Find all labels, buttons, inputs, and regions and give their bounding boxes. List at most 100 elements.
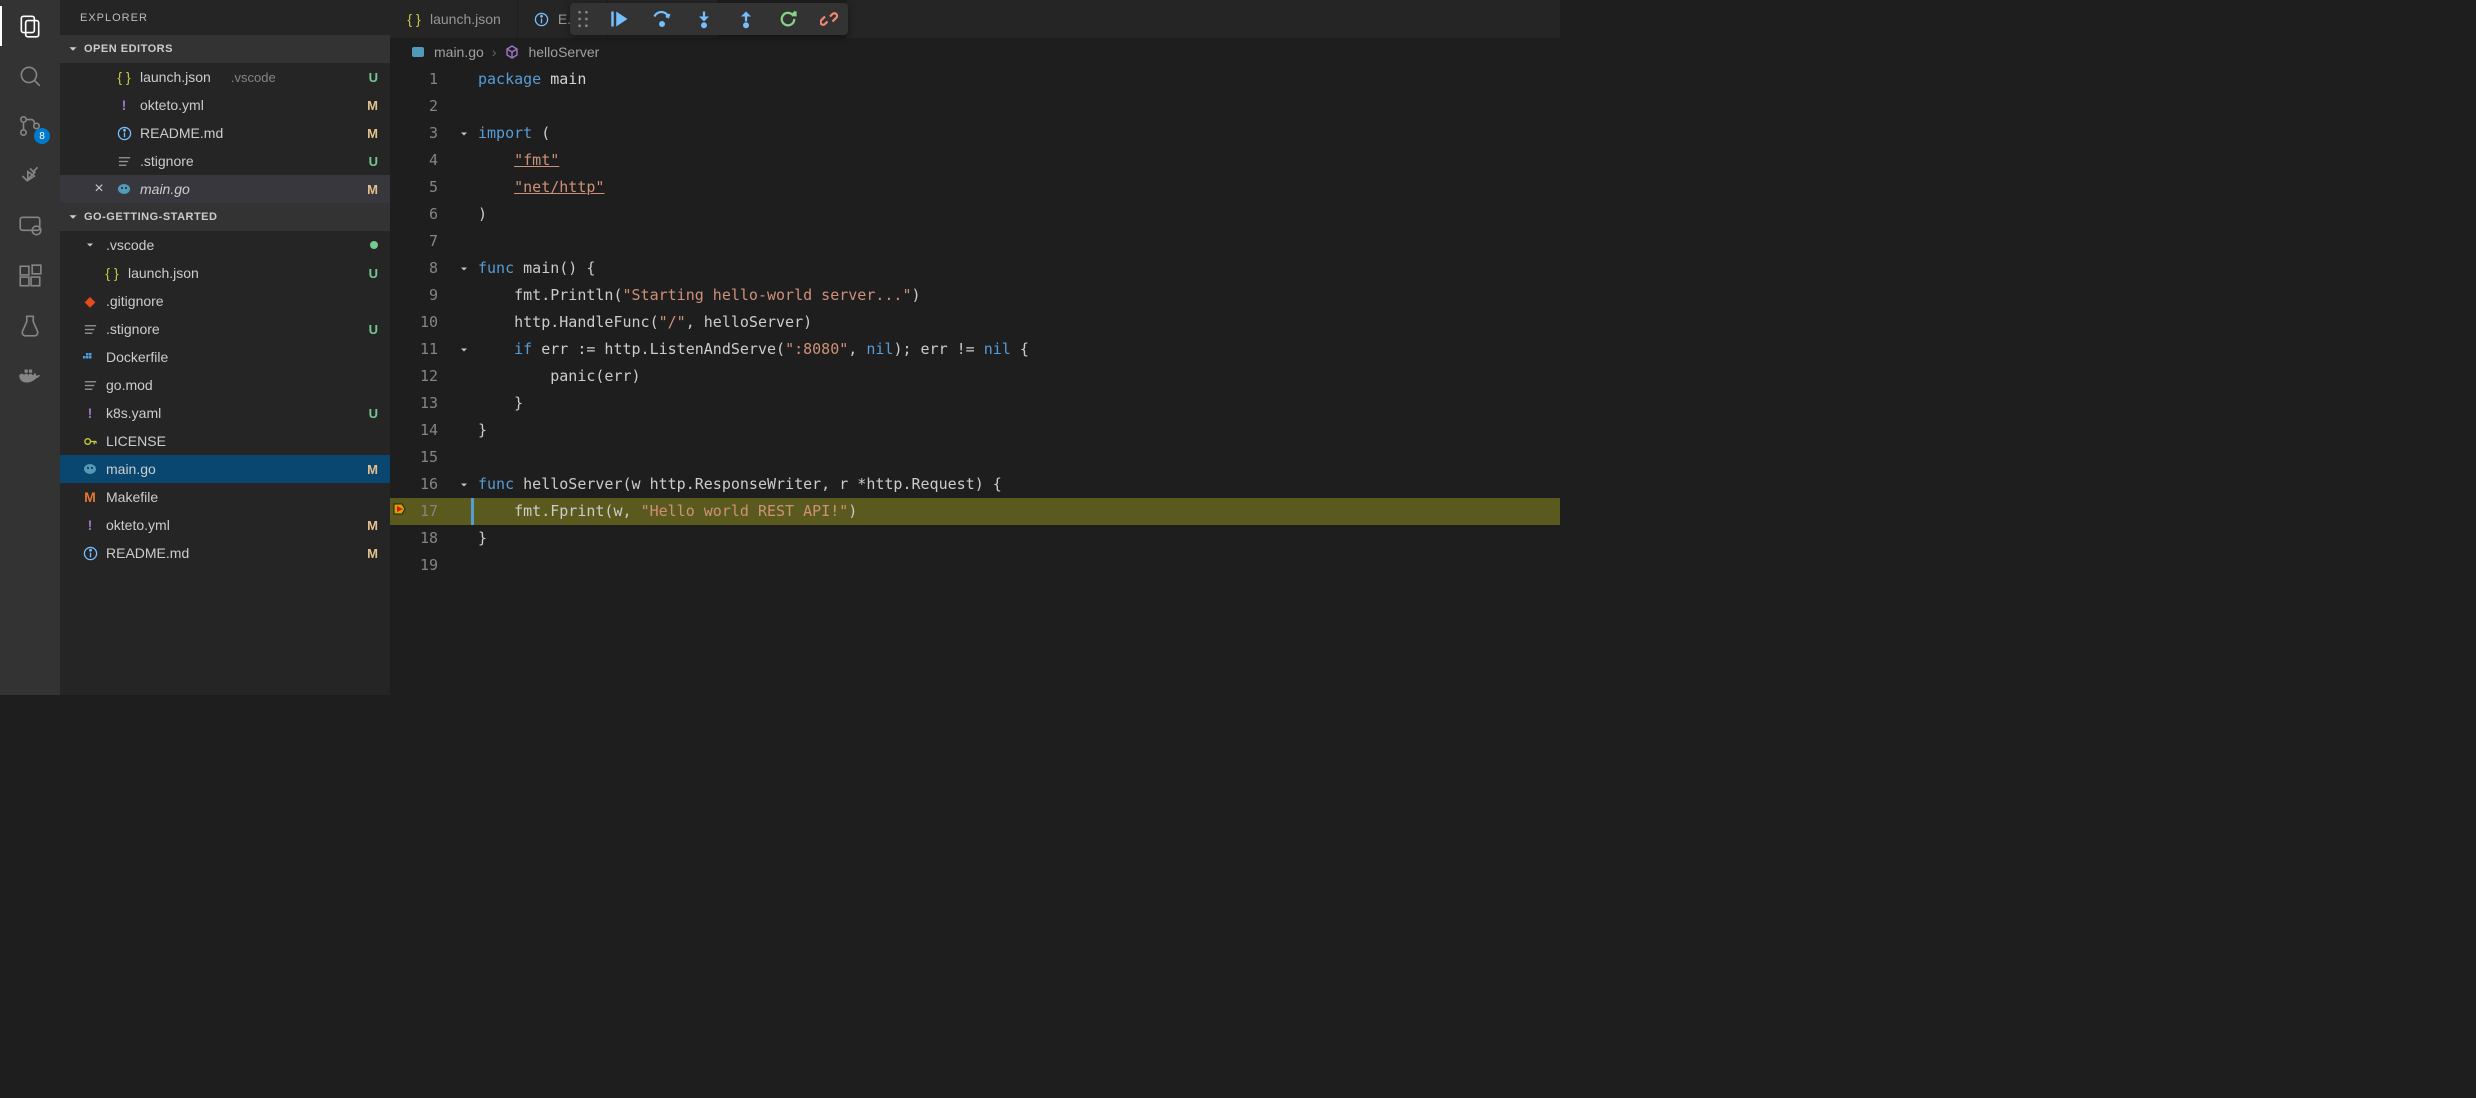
tree-item[interactable]: !okteto.ymlM <box>60 511 390 539</box>
tree-item[interactable]: LICENSE <box>60 427 390 455</box>
tree-item[interactable]: !k8s.yamlU <box>60 399 390 427</box>
code-line[interactable]: 8func main() { <box>390 255 1560 282</box>
code-text: panic(err) <box>474 363 1560 390</box>
chevron-down-icon <box>66 210 80 224</box>
code-line[interactable]: 1package main <box>390 66 1560 93</box>
fold-icon[interactable] <box>458 263 470 275</box>
info-icon <box>116 125 132 141</box>
editor-tab[interactable]: { }launch.json <box>390 0 518 38</box>
tree-item[interactable]: main.goM <box>60 455 390 483</box>
remote-explorer-icon[interactable] <box>14 210 46 242</box>
tree-item[interactable]: go.mod <box>60 371 390 399</box>
code-text: "fmt" <box>474 147 1560 174</box>
code-line[interactable]: 18} <box>390 525 1560 552</box>
tree-item[interactable]: README.mdM <box>60 539 390 567</box>
fold-icon[interactable] <box>458 128 470 140</box>
line-number: 11 <box>390 336 454 363</box>
code-text: http.HandleFunc("/", helloServer) <box>474 309 1560 336</box>
code-line[interactable]: 5 "net/http" <box>390 174 1560 201</box>
code-text: fmt.Fprint(w, "Hello world REST API!") <box>474 498 1560 525</box>
code-line[interactable]: 17 fmt.Fprint(w, "Hello world REST API!"… <box>390 498 1560 525</box>
breadcrumb-file[interactable]: main.go <box>434 44 484 60</box>
step-into-button[interactable] <box>692 7 716 31</box>
step-over-button[interactable] <box>650 7 674 31</box>
code-line[interactable]: 16 func helloServer(w http.ResponseWriter… <box>390 471 1560 498</box>
restart-button[interactable] <box>776 7 800 31</box>
activity-bar: 8 <box>0 0 60 695</box>
code-line[interactable]: 2 <box>390 93 1560 120</box>
yaml-icon: ! <box>82 517 98 533</box>
tree-item[interactable]: Dockerfile <box>60 343 390 371</box>
breadcrumb-symbol[interactable]: helloServer <box>528 44 599 60</box>
code-line[interactable]: 9 fmt.Println("Starting hello-world serv… <box>390 282 1560 309</box>
breakpoint-icon[interactable] <box>392 502 406 516</box>
code-line[interactable]: 7 <box>390 228 1560 255</box>
git-status: M <box>367 98 378 113</box>
code-line[interactable]: 4 "fmt" <box>390 147 1560 174</box>
open-editor-item[interactable]: .stignoreU <box>60 147 390 175</box>
git-status: U <box>369 70 378 85</box>
line-number: 14 <box>390 417 454 444</box>
open-editor-item[interactable]: !okteto.ymlM <box>60 91 390 119</box>
source-control-icon[interactable]: 8 <box>14 110 46 142</box>
tree-item[interactable]: .stignoreU <box>60 315 390 343</box>
code-line[interactable]: 3import ( <box>390 120 1560 147</box>
git-icon: ◆ <box>82 293 98 309</box>
explorer-icon[interactable] <box>14 10 46 42</box>
file-label: .stignore <box>140 153 246 169</box>
file-label: okteto.yml <box>140 97 246 113</box>
code-line[interactable]: 10 http.HandleFunc("/", helloServer) <box>390 309 1560 336</box>
file-label: main.go <box>106 461 229 477</box>
drag-handle-icon[interactable] <box>576 10 590 28</box>
line-number: 1 <box>390 66 454 93</box>
text-icon <box>82 321 98 337</box>
line-number: 5 <box>390 174 454 201</box>
tree-item[interactable]: MMakefile <box>60 483 390 511</box>
tree-item[interactable]: { }launch.jsonU <box>60 259 390 287</box>
close-icon[interactable]: × <box>90 180 108 198</box>
code-text <box>474 552 1560 579</box>
code-line[interactable]: 15 <box>390 444 1560 471</box>
code-line[interactable]: 6) <box>390 201 1560 228</box>
project-header[interactable]: GO-GETTING-STARTED <box>60 203 390 231</box>
fold-icon[interactable] <box>458 479 470 491</box>
code-line[interactable]: 12 panic(err) <box>390 363 1560 390</box>
open-editor-item[interactable]: { }launch.json.vscodeU <box>60 63 390 91</box>
code-line[interactable]: 13 } <box>390 390 1560 417</box>
code-editor[interactable]: 1package main23import (4 "fmt"5 "net/htt… <box>390 66 1560 695</box>
json-icon: { } <box>116 69 132 85</box>
debug-toolbar[interactable] <box>570 3 848 35</box>
fold-icon[interactable] <box>458 344 470 356</box>
info-icon <box>534 11 550 27</box>
file-label: go.mod <box>106 377 238 393</box>
debug-icon[interactable] <box>14 160 46 192</box>
extensions-icon[interactable] <box>14 260 46 292</box>
symbol-icon <box>504 44 520 60</box>
line-number: 6 <box>390 201 454 228</box>
search-icon[interactable] <box>14 60 46 92</box>
tree-item[interactable]: .vscode <box>60 231 390 259</box>
file-label: .stignore <box>106 321 229 337</box>
code-line[interactable]: 19 <box>390 552 1560 579</box>
testing-icon[interactable] <box>14 310 46 342</box>
file-label: README.md <box>106 545 229 561</box>
code-text: func helloServer(w http.ResponseWriter, … <box>474 471 1560 498</box>
line-number: 16 <box>390 471 454 498</box>
open-editor-item[interactable]: ×main.goM <box>60 175 390 203</box>
line-number: 19 <box>390 552 454 579</box>
code-line[interactable]: 14} <box>390 417 1560 444</box>
code-text <box>474 93 1560 120</box>
breadcrumb[interactable]: main.go › helloServer <box>390 38 1560 66</box>
go-icon <box>82 461 98 477</box>
disconnect-button[interactable] <box>818 7 842 31</box>
continue-button[interactable] <box>608 7 632 31</box>
file-label: launch.json <box>128 265 240 281</box>
file-label: LICENSE <box>106 433 238 449</box>
open-editors-header[interactable]: OPEN EDITORS <box>60 35 390 63</box>
code-line[interactable]: 11 if err := http.ListenAndServe(":8080"… <box>390 336 1560 363</box>
file-label: README.md <box>140 125 246 141</box>
docker-icon[interactable] <box>14 360 46 392</box>
step-out-button[interactable] <box>734 7 758 31</box>
tree-item[interactable]: ◆.gitignore <box>60 287 390 315</box>
open-editor-item[interactable]: README.mdM <box>60 119 390 147</box>
